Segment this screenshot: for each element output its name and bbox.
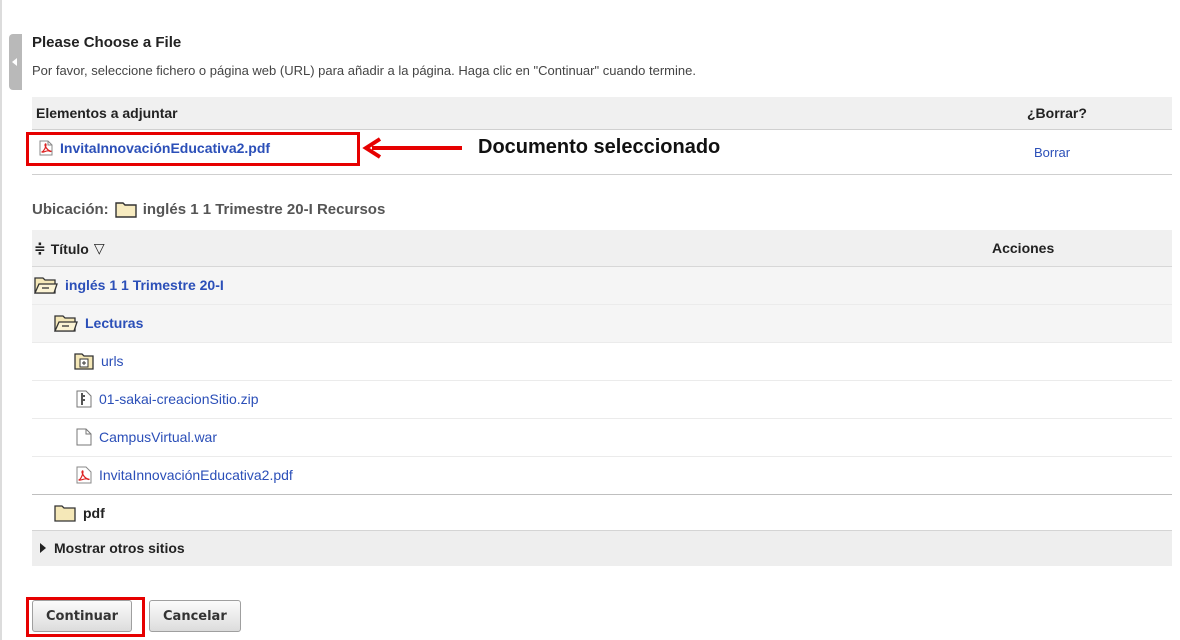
- page-title: Please Choose a File: [32, 34, 182, 51]
- attachments-table: Elementos a adjuntar ¿Borrar? InvitaInno…: [26, 97, 1172, 175]
- folder-name-pdf[interactable]: pdf: [83, 505, 105, 521]
- show-other-sites-label: Mostrar otros sitios: [54, 540, 185, 556]
- file-link-pdf[interactable]: InvitaInnovaciónEducativa2.pdf: [99, 467, 293, 483]
- collapse-arrow-icon: [12, 58, 17, 66]
- continue-highlight: [26, 597, 145, 637]
- attachments-header: Elementos a adjuntar ¿Borrar?: [32, 97, 1172, 130]
- folder-link-ingles[interactable]: inglés 1 1 Trimestre 20-I: [65, 277, 224, 293]
- location-breadcrumb: Ubicación: inglés 1 1 Trimestre 20-I Rec…: [32, 200, 385, 218]
- column-items-header: Elementos a adjuntar: [36, 105, 178, 121]
- cancel-button[interactable]: Cancelar: [149, 600, 241, 632]
- show-other-sites-toggle[interactable]: Mostrar otros sitios: [32, 530, 1172, 566]
- column-actions-header: Acciones: [992, 240, 1055, 256]
- zip-file-icon: [76, 390, 92, 408]
- folder-link-urls[interactable]: urls: [101, 353, 124, 369]
- folder-link-lecturas[interactable]: Lecturas: [85, 315, 143, 331]
- delete-attachment-link[interactable]: Borrar: [1034, 145, 1070, 160]
- resources-header: ≑ Título ▽ Acciones: [32, 230, 1172, 267]
- file-link-war[interactable]: CampusVirtual.war: [99, 429, 217, 445]
- folder-icon: [114, 202, 137, 218]
- collapse-sidebar-toggle[interactable]: [9, 34, 22, 90]
- sort-updown-icon: ≑: [34, 240, 46, 256]
- attached-file-link[interactable]: InvitaInnovaciónEducativa2.pdf: [38, 140, 270, 156]
- attached-file-name: InvitaInnovaciónEducativa2.pdf: [60, 140, 271, 156]
- folder-plus-icon[interactable]: [74, 352, 94, 370]
- resource-row: CampusVirtual.war: [32, 419, 1172, 457]
- location-path: inglés 1 1 Trimestre 20-I Recursos: [142, 200, 386, 218]
- column-delete-header: ¿Borrar?: [1027, 105, 1087, 121]
- resource-row: InvitaInnovaciónEducativa2.pdf: [32, 457, 1172, 495]
- location-label: Ubicación:: [32, 200, 109, 218]
- expand-arrow-icon: [40, 543, 46, 553]
- cancel-button-wrap: Cancelar: [149, 600, 241, 632]
- annotation-arrow-icon: [362, 136, 462, 159]
- instructions-text: Por favor, seleccione fichero o página w…: [32, 63, 696, 78]
- folder-open-icon: [54, 315, 78, 332]
- folder-closed-icon: [54, 505, 76, 522]
- resource-row: pdf: [32, 495, 1172, 532]
- left-border: [0, 0, 2, 640]
- resource-row: Lecturas: [32, 305, 1172, 343]
- file-icon: [76, 428, 92, 446]
- resource-row: urls: [32, 343, 1172, 381]
- pdf-icon: [39, 140, 53, 156]
- annotation-text: Documento seleccionado: [478, 136, 721, 158]
- title-sort-header[interactable]: ≑ Título ▽: [34, 240, 105, 257]
- filter-icon[interactable]: ▽: [94, 240, 105, 257]
- resources-table: ≑ Título ▽ Acciones inglés 1 1 Trimestre…: [32, 230, 1172, 532]
- column-title-header: Título: [50, 240, 89, 257]
- resource-row: inglés 1 1 Trimestre 20-I: [32, 267, 1172, 305]
- pdf-icon: [76, 466, 92, 484]
- continue-button-wrap: Continuar: [26, 597, 145, 637]
- resource-row: 01-sakai-creacionSitio.zip: [32, 381, 1172, 419]
- file-link-zip[interactable]: 01-sakai-creacionSitio.zip: [99, 391, 259, 407]
- annotation: Documento seleccionado: [362, 136, 720, 159]
- attachment-row: InvitaInnovaciónEducativa2.pdf Documento…: [26, 130, 1172, 175]
- folder-open-icon: [34, 277, 58, 294]
